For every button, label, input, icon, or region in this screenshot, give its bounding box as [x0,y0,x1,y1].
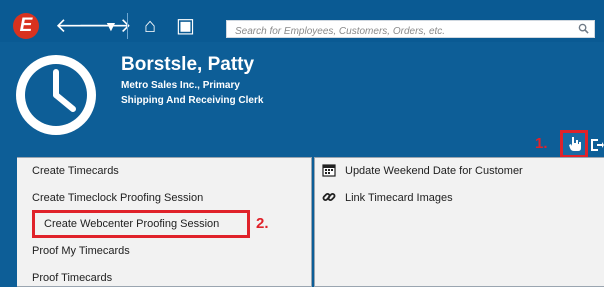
dropdown-icon[interactable]: ▼ [104,13,118,39]
employee-name: Borstsle, Patty [121,54,255,75]
menu-item-create-timecards[interactable]: Create Timecards [32,165,119,177]
hand-icon [569,137,581,151]
employee-company: Metro Sales Inc., Primary [121,80,240,91]
divider [127,13,128,39]
panel-accent [12,157,17,287]
annotation-step-1: 1. [535,135,548,152]
exit-icon[interactable] [590,136,604,152]
annotation-step-2: 2. [256,215,269,232]
menu-item-update-weekend-date[interactable]: Update Weekend Date for Customer [345,165,523,177]
top-navigation-bar: E 🡐 🡒 ▼ ⌂ ▣ [0,0,604,42]
calendar-icon [322,164,336,177]
menu-item-create-webcenter-proofing-session[interactable]: Create Webcenter Proofing Session [44,218,219,230]
menu-item-proof-my-timecards[interactable]: Proof My Timecards [32,245,130,257]
employee-title: Shipping And Receiving Clerk [121,95,264,106]
link-icon [322,193,336,201]
menu-item-create-timeclock-proofing-session[interactable]: Create Timeclock Proofing Session [32,192,203,204]
home-icon[interactable]: ⌂ [144,13,156,39]
search-icon[interactable] [578,23,589,34]
search-box[interactable] [226,20,595,40]
save-icon[interactable]: ▣ [176,13,195,39]
search-input[interactable] [227,23,575,40]
menu-item-link-timecard-images[interactable]: Link Timecard Images [345,192,453,204]
menu-item-proof-timecards[interactable]: Proof Timecards [32,272,112,284]
app-logo[interactable]: E [13,13,39,39]
clock-icon [16,55,96,135]
hand-action-button[interactable] [560,130,588,158]
